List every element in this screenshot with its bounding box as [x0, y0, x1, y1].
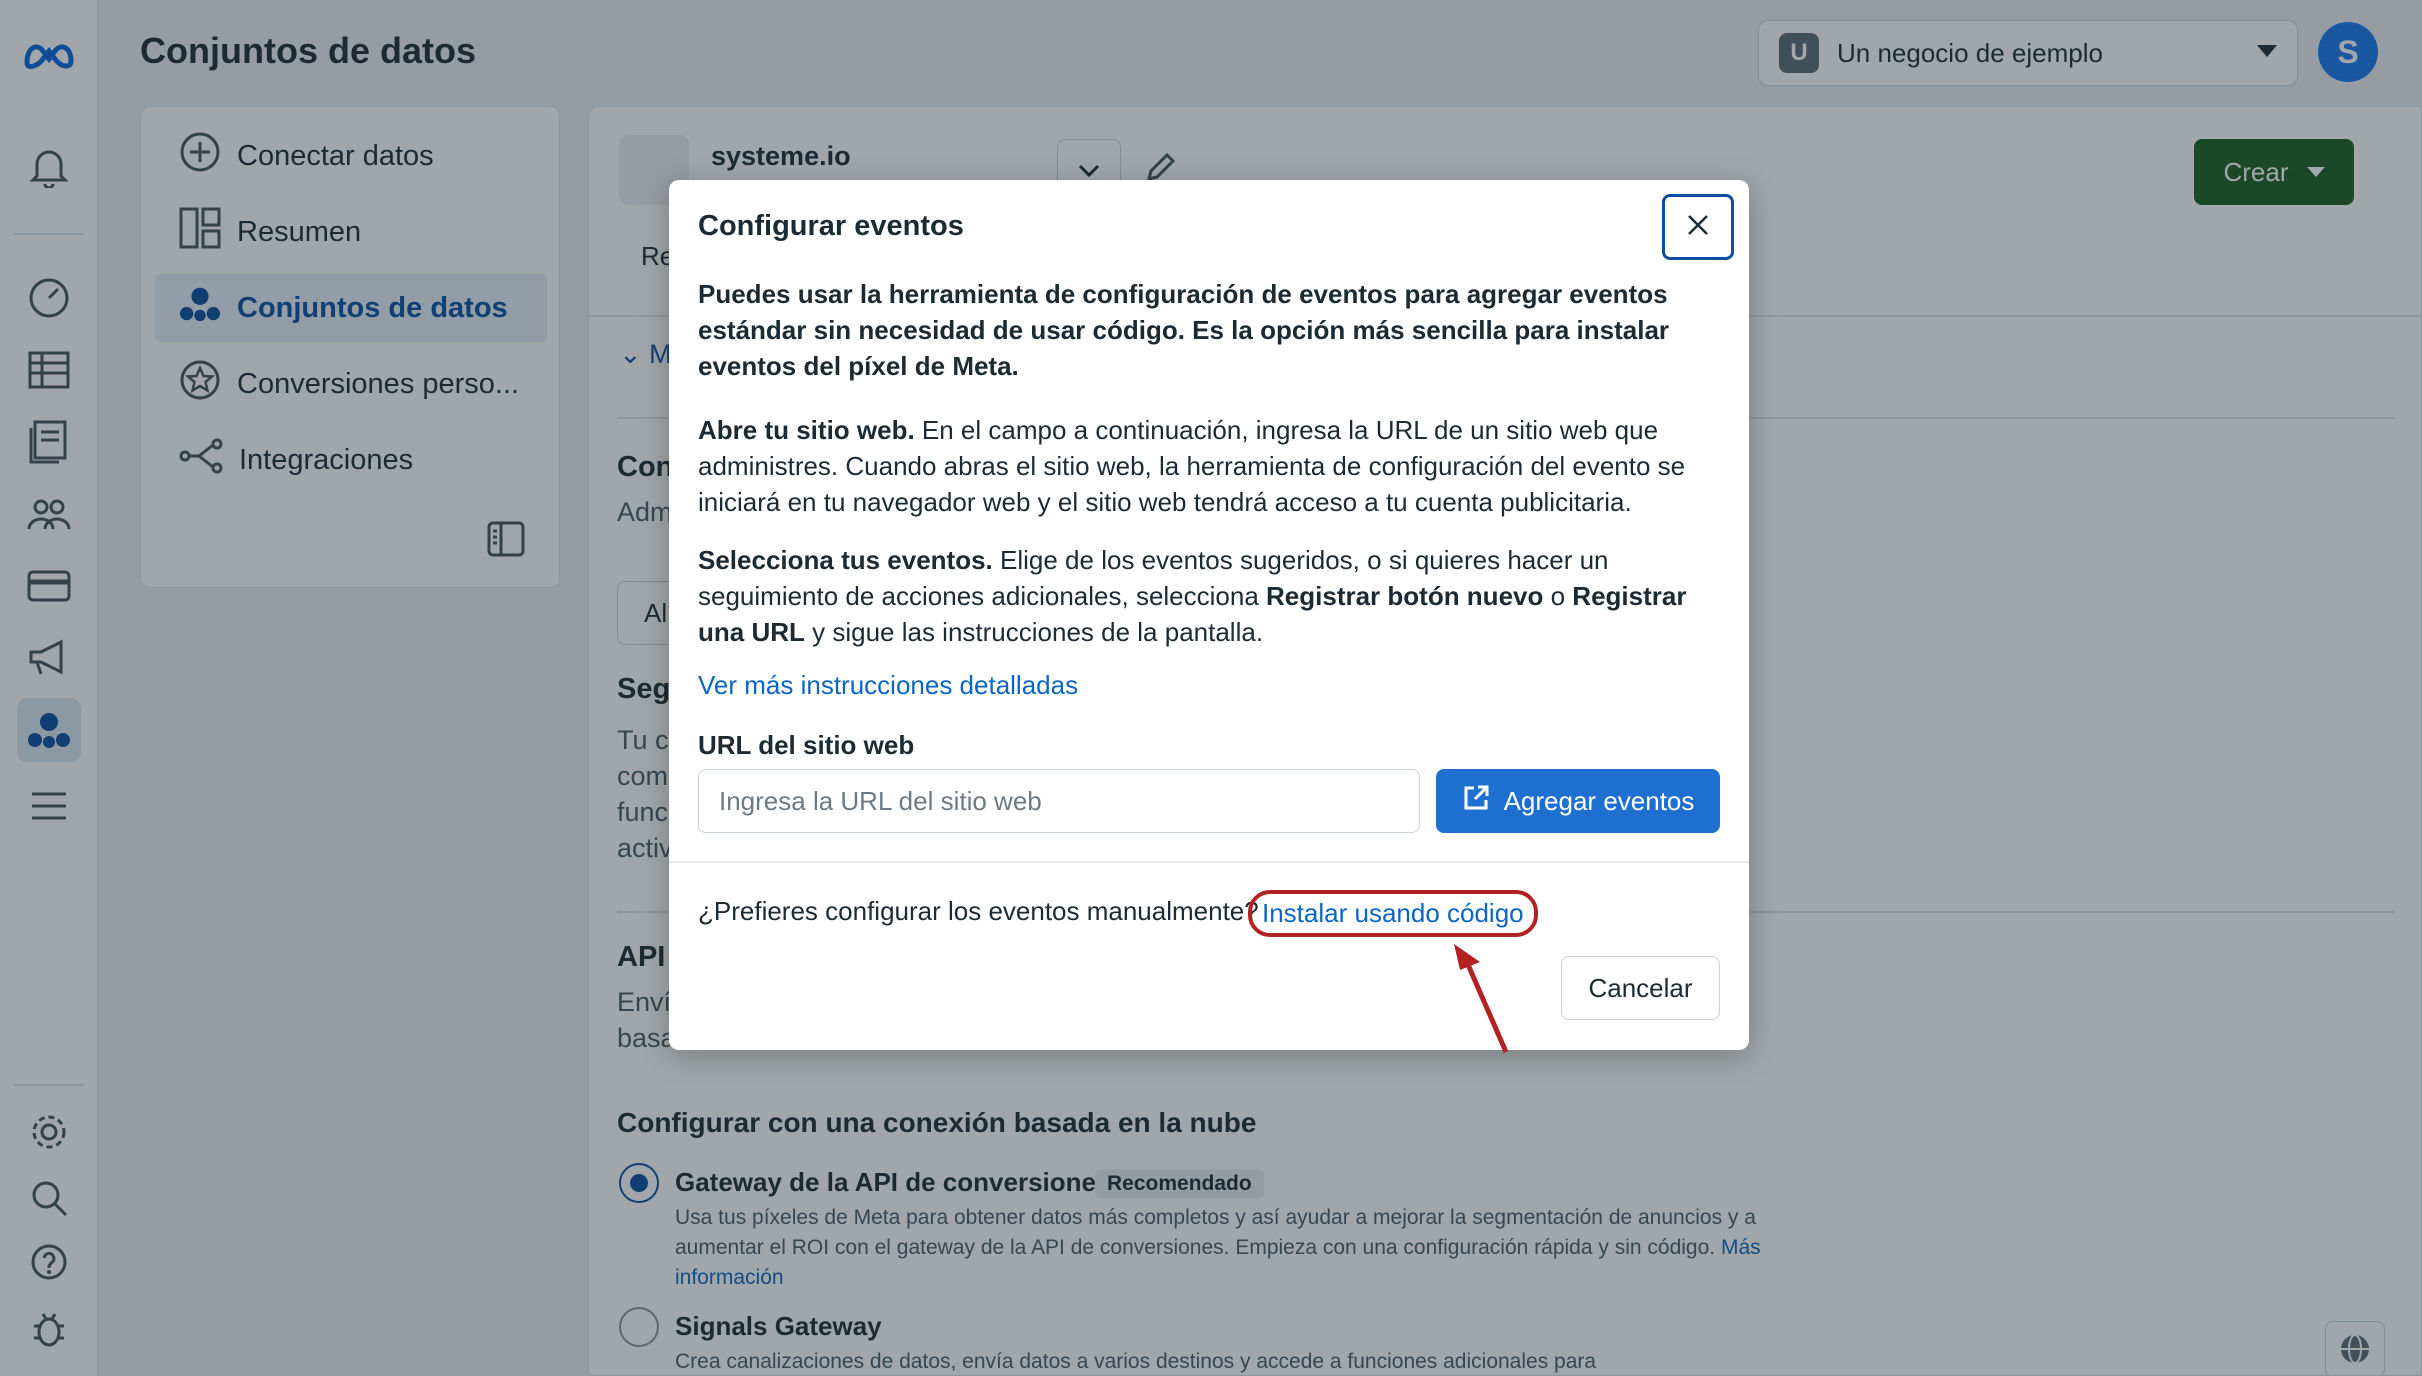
- manual-setup-question: ¿Prefieres configurar los eventos manual…: [698, 896, 1259, 926]
- external-link-icon: [1462, 784, 1490, 819]
- add-events-button[interactable]: Agregar eventos: [1436, 769, 1720, 833]
- close-button[interactable]: [1662, 194, 1734, 260]
- configure-events-dialog: Configurar eventos Puedes usar la herram…: [669, 180, 1749, 1050]
- url-field-label: URL del sitio web: [698, 730, 915, 760]
- add-events-label: Agregar eventos: [1503, 785, 1695, 816]
- step-open-website: Abre tu sitio web. En el campo a continu…: [698, 415, 1686, 517]
- close-icon: [1686, 213, 1710, 242]
- dialog-divider: [669, 861, 1749, 863]
- website-url-input[interactable]: [698, 769, 1420, 833]
- install-with-code-link[interactable]: Instalar usando código: [1248, 890, 1538, 937]
- dialog-title: Configurar eventos: [698, 210, 964, 242]
- annotation-arrow-icon: [1450, 940, 1530, 1065]
- detailed-instructions-link[interactable]: Ver más instrucciones detalladas: [698, 670, 1078, 701]
- dialog-intro: Puedes usar la herramienta de configurac…: [698, 279, 1670, 381]
- step-select-events: Selecciona tus eventos. Elige de los eve…: [698, 545, 1687, 647]
- cancel-button[interactable]: Cancelar: [1561, 956, 1720, 1020]
